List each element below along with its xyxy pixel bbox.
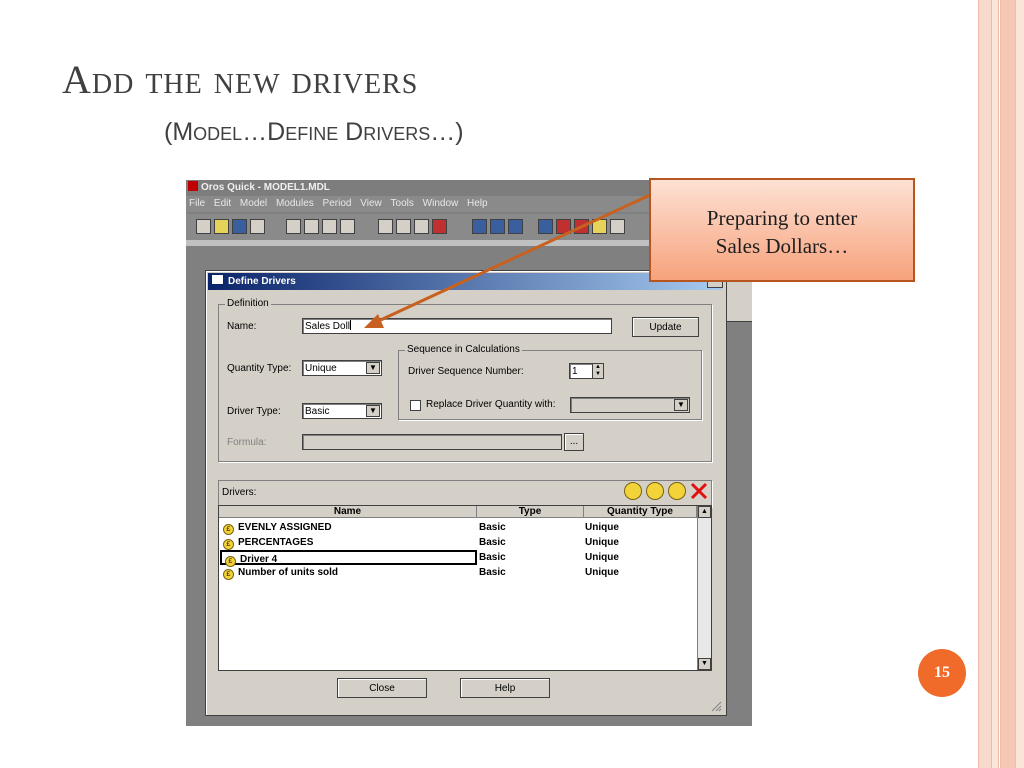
decor-stripe <box>1016 0 1024 768</box>
row-name: EVENLY ASSIGNED <box>238 522 332 533</box>
name-value: Sales Doll <box>305 321 351 332</box>
help-button[interactable]: Help <box>460 678 550 698</box>
row-name: Number of units sold <box>238 567 338 578</box>
dialog-icon <box>211 274 224 285</box>
table-row[interactable]: £ PERCENTAGES Basic Unique <box>219 535 697 550</box>
row-qty: Unique <box>585 567 619 578</box>
sequence-legend: Sequence in Calculations <box>405 344 522 355</box>
save-icon[interactable] <box>232 219 247 234</box>
drivers-label: Drivers: <box>222 487 257 498</box>
delete-driver-icon[interactable] <box>690 482 708 500</box>
callout-line-2: Sales Dollars… <box>715 234 849 258</box>
menu-model[interactable]: Model <box>240 198 267 209</box>
page-number-badge: 15 <box>918 649 966 697</box>
driver-icon: £ <box>223 539 234 550</box>
decor-stripe <box>992 0 999 768</box>
callout-box: Preparing to enter Sales Dollars… <box>649 178 915 282</box>
driver-type-select[interactable]: Basic ▼ <box>302 403 382 419</box>
copy-icon[interactable] <box>304 219 319 234</box>
table-row[interactable]: £ Number of units sold Basic Unique <box>219 565 697 580</box>
replace-select[interactable]: ▼ <box>570 397 690 413</box>
undo-icon[interactable] <box>340 219 355 234</box>
formula-field[interactable] <box>302 434 562 450</box>
replace-label: Replace Driver Quantity with: <box>426 399 556 410</box>
sequence-value: 1 <box>572 366 578 377</box>
scroll-up-icon[interactable]: ▲ <box>698 506 711 518</box>
cut-icon[interactable] <box>286 219 301 234</box>
definition-legend: Definition <box>225 298 271 309</box>
formula-browse-button[interactable]: ... <box>564 433 584 451</box>
chevron-down-icon[interactable]: ▼ <box>366 362 380 374</box>
slide-subtitle: (Model…Define Drivers…) <box>164 118 464 146</box>
driver-type-label: Driver Type: <box>227 406 281 417</box>
column-name[interactable]: Name <box>219 506 477 518</box>
row-type: Basic <box>479 537 506 548</box>
copy-driver-icon[interactable] <box>668 482 686 500</box>
quantity-type-label: Quantity Type: <box>227 363 292 374</box>
column-type[interactable]: Type <box>477 506 584 518</box>
row-qty: Unique <box>585 522 619 533</box>
quantity-type-value: Unique <box>305 363 337 374</box>
menu-edit[interactable]: Edit <box>214 198 231 209</box>
driver-icon: £ <box>223 569 234 580</box>
row-type: Basic <box>479 567 506 578</box>
sequence-label: Driver Sequence Number: <box>408 366 524 377</box>
menu-period[interactable]: Period <box>323 198 352 209</box>
decor-stripe <box>978 0 992 768</box>
app-side-panel <box>724 280 752 322</box>
row-qty: Unique <box>585 552 619 563</box>
slide-title: Add the new drivers <box>62 57 419 102</box>
add-driver-icon[interactable] <box>624 482 642 500</box>
name-label: Name: <box>227 321 257 332</box>
replace-checkbox[interactable] <box>410 400 421 411</box>
callout-line-1: Preparing to enter <box>706 206 858 230</box>
chevron-down-icon[interactable]: ▼ <box>366 405 380 417</box>
quantity-type-select[interactable]: Unique ▼ <box>302 360 382 376</box>
close-button[interactable]: Close <box>337 678 427 698</box>
row-type: Basic <box>479 552 506 563</box>
callout-arrow <box>364 193 651 328</box>
table-row[interactable]: £ EVENLY ASSIGNED Basic Unique <box>219 520 697 535</box>
print-icon[interactable] <box>250 219 265 234</box>
menu-modules[interactable]: Modules <box>276 198 314 209</box>
row-name: Driver 4 <box>240 554 278 565</box>
new-icon[interactable] <box>196 219 211 234</box>
spinner-icon[interactable]: ▲ ▼ <box>592 363 604 379</box>
scroll-down-icon[interactable]: ▼ <box>698 658 711 670</box>
row-qty: Unique <box>585 537 619 548</box>
app-icon <box>188 181 198 191</box>
edit-driver-icon[interactable] <box>646 482 664 500</box>
column-quantity-type[interactable]: Quantity Type <box>584 506 697 518</box>
decor-stripe <box>1000 0 1016 768</box>
text-caret <box>350 320 352 330</box>
drivers-list[interactable]: Name Type Quantity Type £ EVENLY ASSIGNED… <box>218 505 712 671</box>
app-title: Oros Quick - MODEL1.MDL <box>201 182 330 193</box>
open-icon[interactable] <box>214 219 229 234</box>
formula-label: Formula: <box>227 437 267 448</box>
driver-type-value: Basic <box>305 406 330 417</box>
driver-icon: £ <box>223 524 234 535</box>
dialog-title: Define Drivers <box>228 276 296 287</box>
vertical-scrollbar[interactable]: ▲ ▼ <box>697 506 711 670</box>
resize-grip-icon[interactable] <box>710 700 722 712</box>
row-name: PERCENTAGES <box>238 537 314 548</box>
paste-icon[interactable] <box>322 219 337 234</box>
sequence-number-field[interactable]: 1 <box>569 363 593 379</box>
row-type: Basic <box>479 522 506 533</box>
chevron-down-icon[interactable]: ▼ <box>674 399 688 411</box>
menu-file[interactable]: File <box>189 198 205 209</box>
table-row-selected[interactable]: £ Driver 4 Basic Unique <box>219 550 697 567</box>
